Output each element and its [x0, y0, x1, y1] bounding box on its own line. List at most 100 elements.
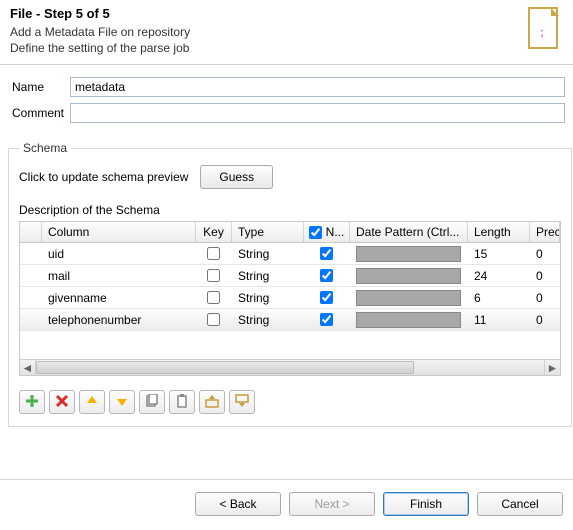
date-pattern-disabled	[356, 290, 461, 306]
copy-icon	[145, 394, 159, 411]
copy-button[interactable]	[139, 390, 165, 414]
row-indent	[20, 252, 42, 256]
row-indent	[20, 296, 42, 300]
cell-length[interactable]: 6	[468, 289, 530, 307]
horizontal-scrollbar[interactable]: ◄ ►	[20, 359, 560, 375]
grid-body: uidString150mailString240givennameString…	[20, 243, 560, 331]
wizard-window: File - Step 5 of 5 Add a Metadata File o…	[0, 0, 573, 530]
cell-date-pattern[interactable]	[350, 288, 468, 308]
cell-nullable[interactable]	[304, 267, 350, 284]
cell-column[interactable]: uid	[42, 245, 196, 263]
cell-key[interactable]	[196, 289, 232, 306]
cancel-button[interactable]: Cancel	[477, 492, 563, 516]
cell-type[interactable]: String	[232, 289, 304, 307]
comment-input[interactable]	[70, 103, 565, 123]
cell-precision[interactable]: 0	[530, 245, 560, 263]
cell-key[interactable]	[196, 267, 232, 284]
nullable-header-label: N...	[326, 225, 345, 239]
col-header-precision[interactable]: Prec	[530, 222, 560, 242]
back-button[interactable]: < Back	[195, 492, 281, 516]
delete-button[interactable]	[49, 390, 75, 414]
name-input[interactable]	[70, 77, 565, 97]
file-delimited-icon: ;	[527, 6, 563, 50]
key-checkbox[interactable]	[207, 291, 220, 304]
cell-length[interactable]: 15	[468, 245, 530, 263]
cell-type[interactable]: String	[232, 245, 304, 263]
delete-icon	[55, 394, 69, 411]
cell-key[interactable]	[196, 311, 232, 328]
scroll-left-arrow[interactable]: ◄	[20, 360, 36, 376]
cell-date-pattern[interactable]	[350, 266, 468, 286]
nullable-checkbox[interactable]	[320, 247, 333, 260]
wizard-subtitle-2: Define the setting of the parse job	[10, 41, 563, 57]
cell-key[interactable]	[196, 245, 232, 262]
import-icon	[205, 394, 219, 411]
cell-length[interactable]: 11	[468, 311, 530, 329]
wizard-title: File - Step 5 of 5	[10, 6, 563, 21]
cell-nullable[interactable]	[304, 245, 350, 262]
col-header-date[interactable]: Date Pattern (Ctrl...	[350, 222, 468, 242]
comment-label: Comment	[12, 106, 70, 120]
paste-button[interactable]	[169, 390, 195, 414]
key-checkbox[interactable]	[207, 269, 220, 282]
schema-grid: Column Key Type N... Date Pattern (Ctrl.…	[19, 221, 561, 376]
table-row[interactable]: givenname String 60	[20, 287, 560, 309]
cell-length[interactable]: 24	[468, 267, 530, 285]
guess-button[interactable]: Guess	[200, 165, 273, 189]
scroll-right-arrow[interactable]: ►	[544, 360, 560, 376]
export-button[interactable]	[229, 390, 255, 414]
wizard-header: File - Step 5 of 5 Add a Metadata File o…	[0, 0, 573, 65]
cell-date-pattern[interactable]	[350, 310, 468, 330]
move-down-button[interactable]	[109, 390, 135, 414]
nullable-checkbox[interactable]	[320, 313, 333, 326]
cell-precision[interactable]: 0	[530, 311, 560, 329]
table-row[interactable]: mail String 240	[20, 265, 560, 287]
col-header-length[interactable]: Length	[468, 222, 530, 242]
next-button: Next >	[289, 492, 375, 516]
move-down-icon	[115, 394, 129, 411]
guess-hint: Click to update schema preview	[19, 170, 188, 184]
nullable-header-checkbox[interactable]	[309, 226, 322, 239]
schema-description-label: Description of the Schema	[19, 203, 561, 217]
col-header-key[interactable]: Key	[196, 222, 232, 242]
add-icon	[25, 394, 39, 411]
cell-column[interactable]: givenname	[42, 289, 196, 307]
cell-date-pattern[interactable]	[350, 244, 468, 264]
nullable-checkbox[interactable]	[320, 291, 333, 304]
cell-precision[interactable]: 0	[530, 289, 560, 307]
key-checkbox[interactable]	[207, 313, 220, 326]
cell-nullable[interactable]	[304, 311, 350, 328]
col-header-type[interactable]: Type	[232, 222, 304, 242]
add-button[interactable]	[19, 390, 45, 414]
finish-button[interactable]: Finish	[383, 492, 469, 516]
col-header-indent[interactable]	[20, 222, 42, 242]
cell-nullable[interactable]	[304, 289, 350, 306]
col-header-column[interactable]: Column	[42, 222, 196, 242]
key-checkbox[interactable]	[207, 247, 220, 260]
cell-column[interactable]: mail	[42, 267, 196, 285]
col-header-nullable[interactable]: N...	[304, 222, 350, 242]
move-up-icon	[85, 394, 99, 411]
cell-type[interactable]: String	[232, 267, 304, 285]
row-indent	[20, 318, 42, 322]
name-label: Name	[12, 80, 70, 94]
svg-text:;: ;	[540, 25, 544, 39]
move-up-button[interactable]	[79, 390, 105, 414]
table-row[interactable]: uid String 150	[20, 243, 560, 265]
cell-precision[interactable]: 0	[530, 267, 560, 285]
grid-header: Column Key Type N... Date Pattern (Ctrl.…	[20, 222, 560, 243]
date-pattern-disabled	[356, 268, 461, 284]
cell-type[interactable]: String	[232, 311, 304, 329]
schema-legend: Schema	[19, 141, 71, 155]
date-pattern-disabled	[356, 246, 461, 262]
schema-toolbar	[19, 390, 561, 414]
row-indent	[20, 274, 42, 278]
nullable-checkbox[interactable]	[320, 269, 333, 282]
import-button[interactable]	[199, 390, 225, 414]
scroll-thumb[interactable]	[36, 361, 414, 374]
wizard-footer: < Back Next > Finish Cancel	[0, 479, 573, 530]
export-icon	[235, 394, 249, 411]
cell-column[interactable]: telephonenumber	[42, 311, 196, 329]
table-row[interactable]: telephonenumber String 110	[20, 309, 560, 331]
form-area: Name Comment	[0, 65, 573, 137]
